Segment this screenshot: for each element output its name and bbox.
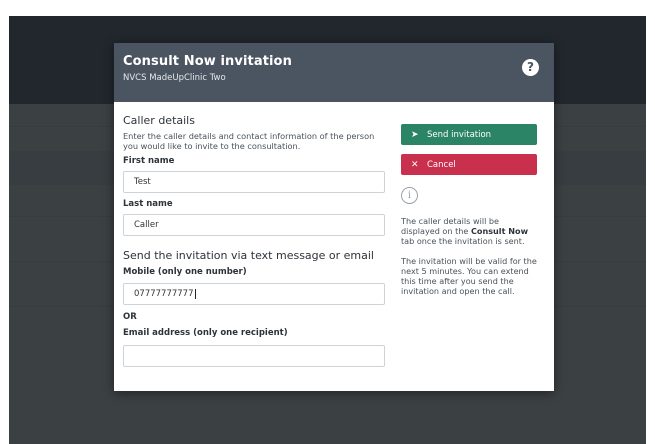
cancel-button[interactable]: ✕ Cancel [401, 154, 537, 175]
info-text-part: tab once the invitation is sent. [401, 236, 525, 247]
send-invitation-heading: Send the invitation via text message or … [123, 249, 374, 262]
dialog-title: Consult Now invitation [123, 54, 292, 69]
consult-now-invitation-dialog: Consult Now invitation NVCS MadeUpClinic… [114, 43, 554, 391]
mobile-input-value: 07777777777 [134, 289, 194, 299]
last-name-label: Last name [123, 199, 173, 209]
dialog-header: Consult Now invitation NVCS MadeUpClinic… [114, 43, 554, 102]
caller-details-heading: Caller details [123, 114, 195, 127]
info-icon: i [401, 187, 418, 204]
first-name-label: First name [123, 156, 175, 166]
or-separator: OR [123, 312, 137, 322]
info-text-validity: The invitation will be valid for the nex… [401, 255, 537, 297]
caller-details-description: Enter the caller details and contact inf… [123, 131, 375, 151]
first-name-input[interactable]: Test [123, 171, 385, 193]
send-invitation-button[interactable]: ➤ Send invitation [401, 124, 537, 145]
paper-plane-icon: ➤ [411, 129, 419, 140]
send-invitation-label: Send invitation [427, 129, 492, 140]
email-label: Email address (only one recipient) [123, 328, 288, 338]
cancel-label: Cancel [427, 159, 456, 170]
email-input[interactable] [123, 345, 385, 367]
text-cursor [194, 288, 196, 299]
mobile-label: Mobile (only one number) [123, 267, 247, 277]
consult-now-tab-name: Consult Now [470, 226, 529, 237]
mobile-input[interactable]: 07777777777 [123, 283, 385, 305]
caller-form: Caller details Enter the caller details … [123, 114, 385, 367]
dialog-subtitle: NVCS MadeUpClinic Two [123, 73, 226, 83]
help-icon[interactable]: ? [522, 59, 539, 76]
close-icon: ✕ [411, 159, 419, 170]
last-name-input[interactable]: Caller [123, 214, 385, 236]
info-text-display: The caller details will be displayed on … [401, 216, 537, 247]
action-panel: ➤ Send invitation ✕ Cancel i The caller … [401, 124, 537, 296]
